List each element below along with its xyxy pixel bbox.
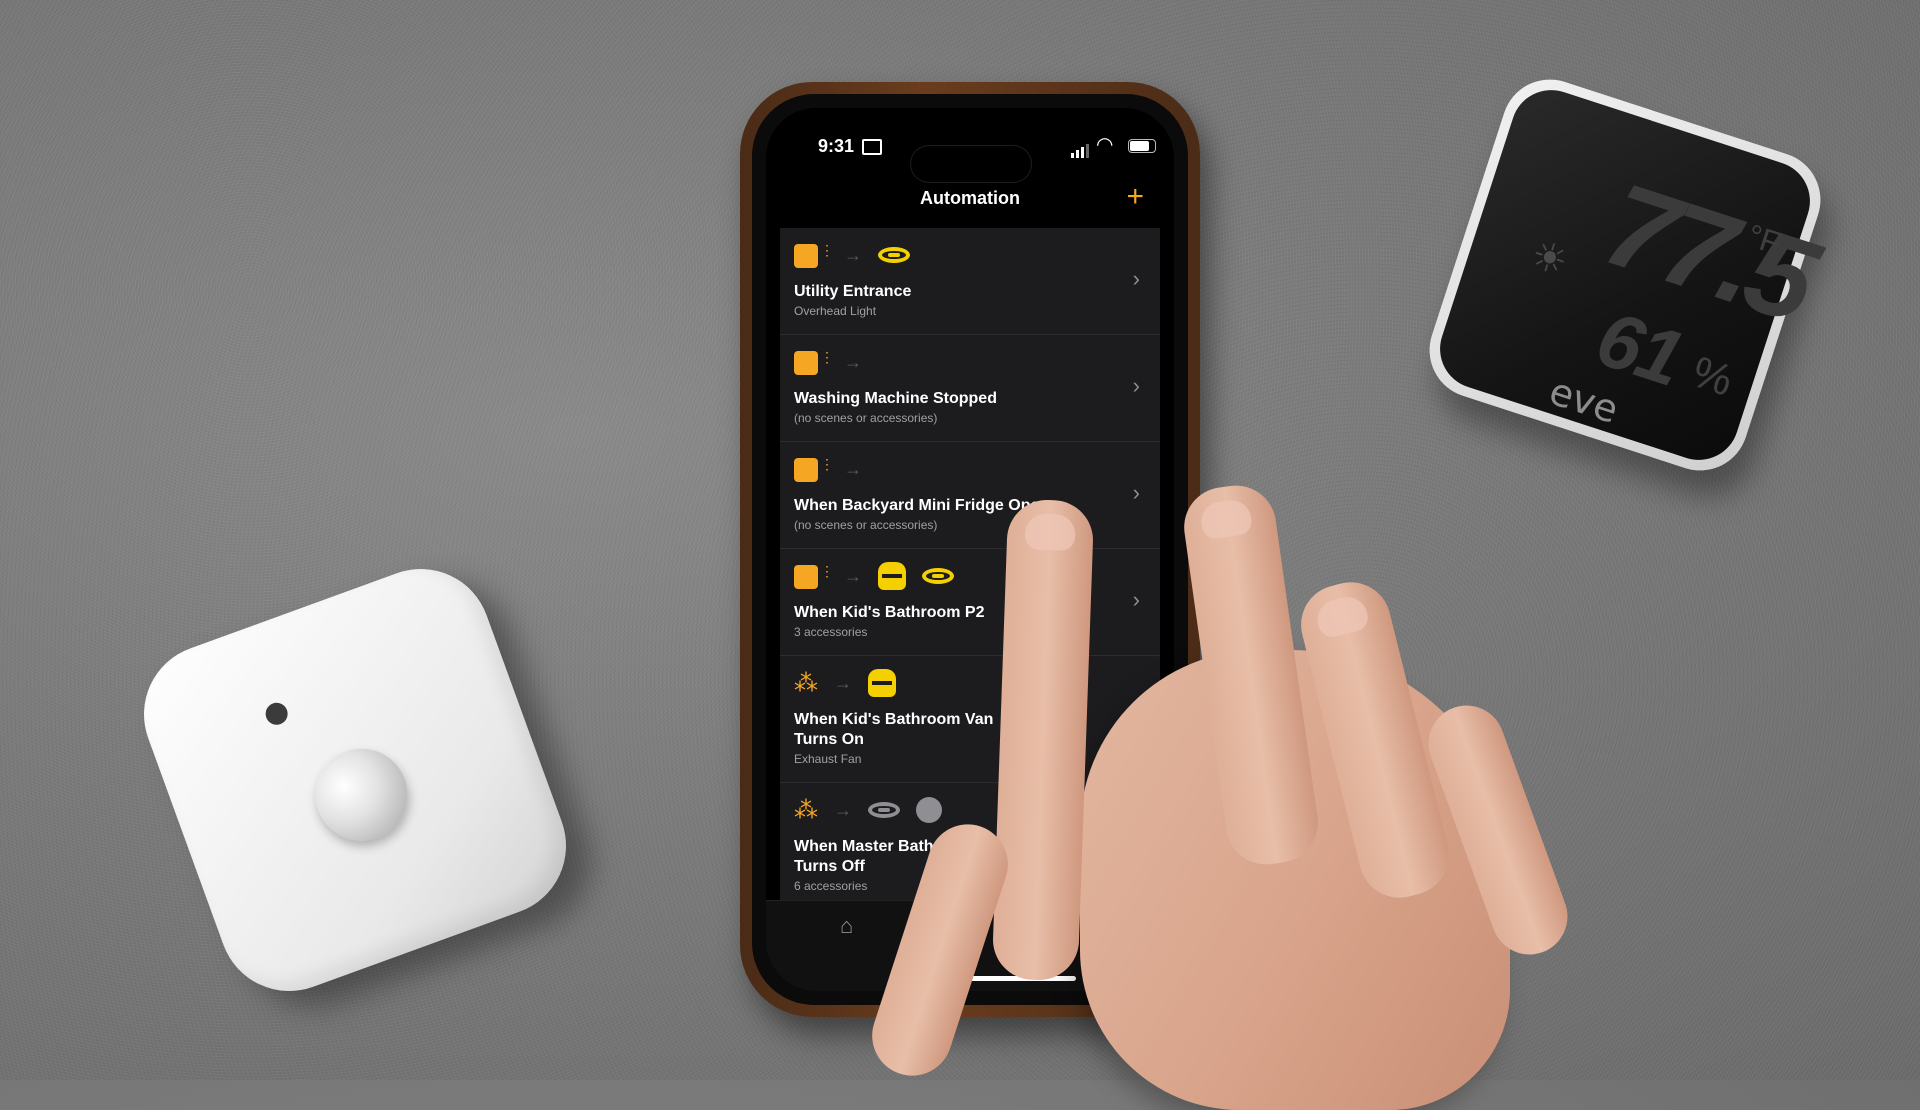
automation-subtitle: 6 accessories bbox=[794, 879, 868, 893]
motion-icon: ⁂ bbox=[794, 796, 818, 824]
plug-icon bbox=[916, 797, 942, 823]
arrow-icon: → bbox=[844, 351, 862, 372]
automation-subtitle: Overhead Light bbox=[794, 304, 877, 318]
sensor-icon: ⋮ bbox=[794, 456, 834, 482]
arrow-icon: → bbox=[844, 458, 862, 479]
status-bar: 9:31 ◠ bbox=[766, 134, 1174, 182]
light-icon bbox=[868, 802, 900, 818]
row-icons: ⁂ → bbox=[794, 795, 942, 825]
row-icons: ⁂ → bbox=[794, 668, 896, 698]
wifi-icon: ◠ bbox=[1096, 134, 1114, 156]
page-title: Automation bbox=[920, 188, 1020, 208]
light-icon bbox=[878, 247, 910, 263]
list-item[interactable]: ⁂ → When Kid's Bathroom Van Turns On Exh… bbox=[780, 656, 1160, 783]
list-item[interactable]: ⋮ → When Backyard Mini Fridge Opens (no … bbox=[780, 442, 1160, 549]
list-item[interactable]: ⋮ → Utility Entrance Overhead Light › bbox=[780, 228, 1160, 335]
automation-title: Washing Machine Stopped bbox=[794, 390, 997, 407]
sensor-lens bbox=[302, 735, 421, 854]
automation-title: When Kid's Bathroom Van Turns On bbox=[794, 710, 1094, 750]
home-icon[interactable]: ⌂ bbox=[840, 913, 853, 939]
row-icons: ⋮ → bbox=[794, 454, 862, 484]
automation-title: When Master Bathroom Va Turns Off bbox=[794, 837, 1094, 877]
home-indicator bbox=[936, 976, 1076, 981]
automation-title-line2: Turns On bbox=[794, 731, 864, 748]
chevron-right-icon: › bbox=[1132, 587, 1140, 612]
screen-mirroring-icon bbox=[862, 139, 882, 155]
arrow-icon: → bbox=[844, 565, 862, 586]
sun-icon: ☀ bbox=[1525, 232, 1574, 286]
sensor-icon: ⋮ bbox=[794, 563, 834, 589]
chevron-right-icon: › bbox=[1132, 694, 1140, 719]
row-icons: ⋮ → bbox=[794, 347, 862, 377]
add-automation-button[interactable]: + bbox=[1126, 180, 1144, 214]
fan-icon bbox=[868, 669, 896, 697]
arrow-icon: → bbox=[834, 672, 852, 693]
row-icons: ⋮ → bbox=[794, 240, 910, 270]
list-item[interactable]: ⋮ → Washing Machine Stopped (no scenes o… bbox=[780, 335, 1160, 442]
automation-subtitle: Exhaust Fan bbox=[794, 752, 862, 766]
automation-list: ⋮ → Utility Entrance Overhead Light › ⋮ … bbox=[780, 228, 1160, 910]
eve-humidity-unit: % bbox=[1686, 347, 1739, 406]
list-item[interactable]: ⋮ → When Kid's Bathroom P2 3 accessories… bbox=[780, 549, 1160, 656]
list-item[interactable]: ⁂ → When Master Bathroom Va Turns Off 6 … bbox=[780, 783, 1160, 910]
phone-screen: 9:31 ◠ Automation + ⋮ → Utility Entrance… bbox=[766, 108, 1174, 991]
tab-automation-label[interactable]: nation bbox=[928, 937, 955, 948]
automation-title-line2: Turns Off bbox=[794, 858, 865, 875]
row-icons: ⋮ → bbox=[794, 561, 954, 591]
automation-title-line1: When Kid's Bathroom Van bbox=[794, 711, 994, 728]
automation-icon[interactable]: ◔ bbox=[926, 911, 939, 937]
arrow-icon: → bbox=[844, 244, 862, 265]
arrow-icon: → bbox=[834, 799, 852, 820]
dynamic-island bbox=[911, 146, 1031, 182]
sensor-icon: ⋮ bbox=[794, 349, 834, 375]
cellular-signal-icon bbox=[1071, 140, 1091, 158]
chevron-right-icon: › bbox=[1132, 821, 1140, 846]
phone: 9:31 ◠ Automation + ⋮ → Utility Entrance… bbox=[740, 82, 1200, 1017]
motion-icon: ⁂ bbox=[794, 669, 818, 697]
automation-title: Utility Entrance bbox=[794, 283, 912, 300]
automation-title: When Kid's Bathroom P2 bbox=[794, 604, 985, 621]
sensor-led bbox=[262, 699, 291, 728]
automation-subtitle: (no scenes or accessories) bbox=[794, 518, 938, 532]
fan-icon bbox=[878, 562, 906, 590]
chevron-right-icon: › bbox=[1132, 373, 1140, 398]
phone-bezel: 9:31 ◠ Automation + ⋮ → Utility Entrance… bbox=[752, 94, 1188, 1005]
chevron-right-icon: › bbox=[1132, 266, 1140, 291]
sensor-icon: ⋮ bbox=[794, 242, 834, 268]
status-time: 9:31 bbox=[818, 136, 855, 156]
battery-icon bbox=[1128, 139, 1156, 153]
automation-title-line1: When Master Bathroom Va bbox=[794, 838, 997, 855]
chevron-right-icon: › bbox=[1132, 480, 1140, 505]
light-icon bbox=[922, 568, 954, 584]
automation-subtitle: 3 accessories bbox=[794, 625, 868, 639]
automation-subtitle: (no scenes or accessories) bbox=[794, 411, 938, 425]
tab-bar: ⌂ ◔ nation bbox=[766, 900, 1174, 991]
automation-title: When Backyard Mini Fridge Opens bbox=[794, 497, 1059, 514]
